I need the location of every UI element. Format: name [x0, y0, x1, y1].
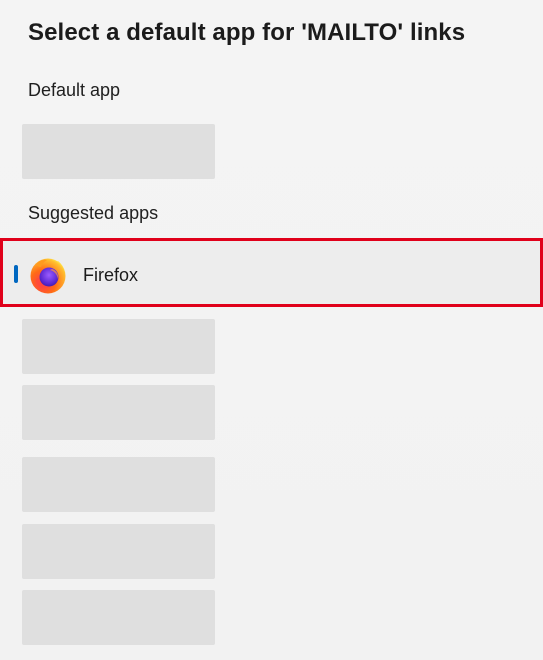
suggested-app-firefox[interactable]: Firefox: [0, 238, 543, 307]
firefox-icon: [30, 258, 66, 294]
suggested-apps-label: Suggested apps: [28, 203, 159, 223]
suggested-app-placeholder[interactable]: [22, 385, 215, 440]
suggested-app-placeholder[interactable]: [22, 319, 215, 374]
app-name-firefox: Firefox: [83, 265, 139, 285]
suggested-app-placeholder[interactable]: [22, 457, 215, 512]
default-app-label: Default app: [28, 80, 121, 100]
default-app-placeholder[interactable]: [22, 124, 215, 179]
dialog-title: Select a default app for 'MAILTO' links: [28, 19, 466, 46]
suggested-app-placeholder[interactable]: [22, 590, 215, 645]
suggested-app-placeholder[interactable]: [22, 524, 215, 579]
default-app-dialog: Select a default app for 'MAILTO' links …: [0, 0, 543, 660]
selection-indicator: [14, 265, 18, 283]
